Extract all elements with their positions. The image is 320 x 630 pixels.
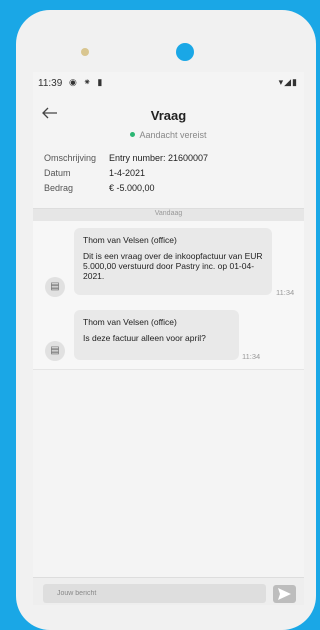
- sensor-dot: [81, 48, 89, 56]
- camera-icon: [176, 43, 194, 61]
- details-panel: Omschrijving Entry number: 21600007 Datu…: [44, 153, 294, 198]
- status-text: Aandacht vereist: [139, 130, 207, 140]
- date-divider-label: Vandaag: [154, 210, 183, 217]
- detail-label: Datum: [44, 168, 71, 178]
- message-input[interactable]: [43, 584, 266, 603]
- message-text: Is deze factuur alleen voor april?: [83, 333, 206, 343]
- notification-icons: ◉ ⁕ ▮: [69, 77, 105, 87]
- detail-value: 1-4-2021: [109, 168, 146, 178]
- app-screen: 11:39 ◉ ⁕ ▮ ▾◢▮ Vraag Aandacht vereist O…: [33, 72, 304, 605]
- detail-row: Datum 1-4-2021: [44, 168, 294, 183]
- detail-label: Bedrag: [44, 183, 74, 193]
- message-text: Dit is een vraag over de inkoopfactuur v…: [83, 251, 263, 281]
- status-indicator: Aandacht vereist: [33, 130, 304, 140]
- send-icon: [278, 588, 291, 600]
- avatar-icon: ▤: [45, 277, 65, 297]
- status-bar: 11:39 ◉ ⁕ ▮ ▾◢▮: [33, 72, 304, 94]
- message-bubble: Thom van Velsen (office) Is deze factuur…: [74, 310, 239, 360]
- system-icons: ▾◢▮: [278, 77, 298, 87]
- status-time: 11:39: [38, 78, 63, 89]
- message-sender: Thom van Velsen (office): [83, 317, 177, 327]
- message-sender: Thom van Velsen (office): [83, 235, 177, 245]
- composer: [33, 577, 304, 605]
- header: Vraag Aandacht vereist: [33, 94, 304, 144]
- detail-label: Omschrijving: [44, 153, 97, 163]
- avatar-icon: ▤: [45, 341, 65, 361]
- message-bubble: Thom van Velsen (office) Dit is een vraa…: [74, 228, 272, 295]
- detail-value: Entry number: 21600007: [109, 153, 209, 163]
- chat-thread: ▤ Thom van Velsen (office) Dit is een vr…: [33, 221, 304, 370]
- send-button[interactable]: [273, 585, 296, 603]
- detail-row: Bedrag € -5.000,00: [44, 183, 294, 198]
- message-time: 11:34: [242, 352, 261, 361]
- page-title: Vraag: [150, 108, 187, 123]
- status-dot-icon: [130, 132, 136, 138]
- detail-value: € -5.000,00: [109, 183, 155, 193]
- message-time: 11:34: [276, 288, 295, 297]
- date-divider: Vandaag: [33, 208, 304, 221]
- detail-row: Omschrijving Entry number: 21600007: [44, 153, 294, 168]
